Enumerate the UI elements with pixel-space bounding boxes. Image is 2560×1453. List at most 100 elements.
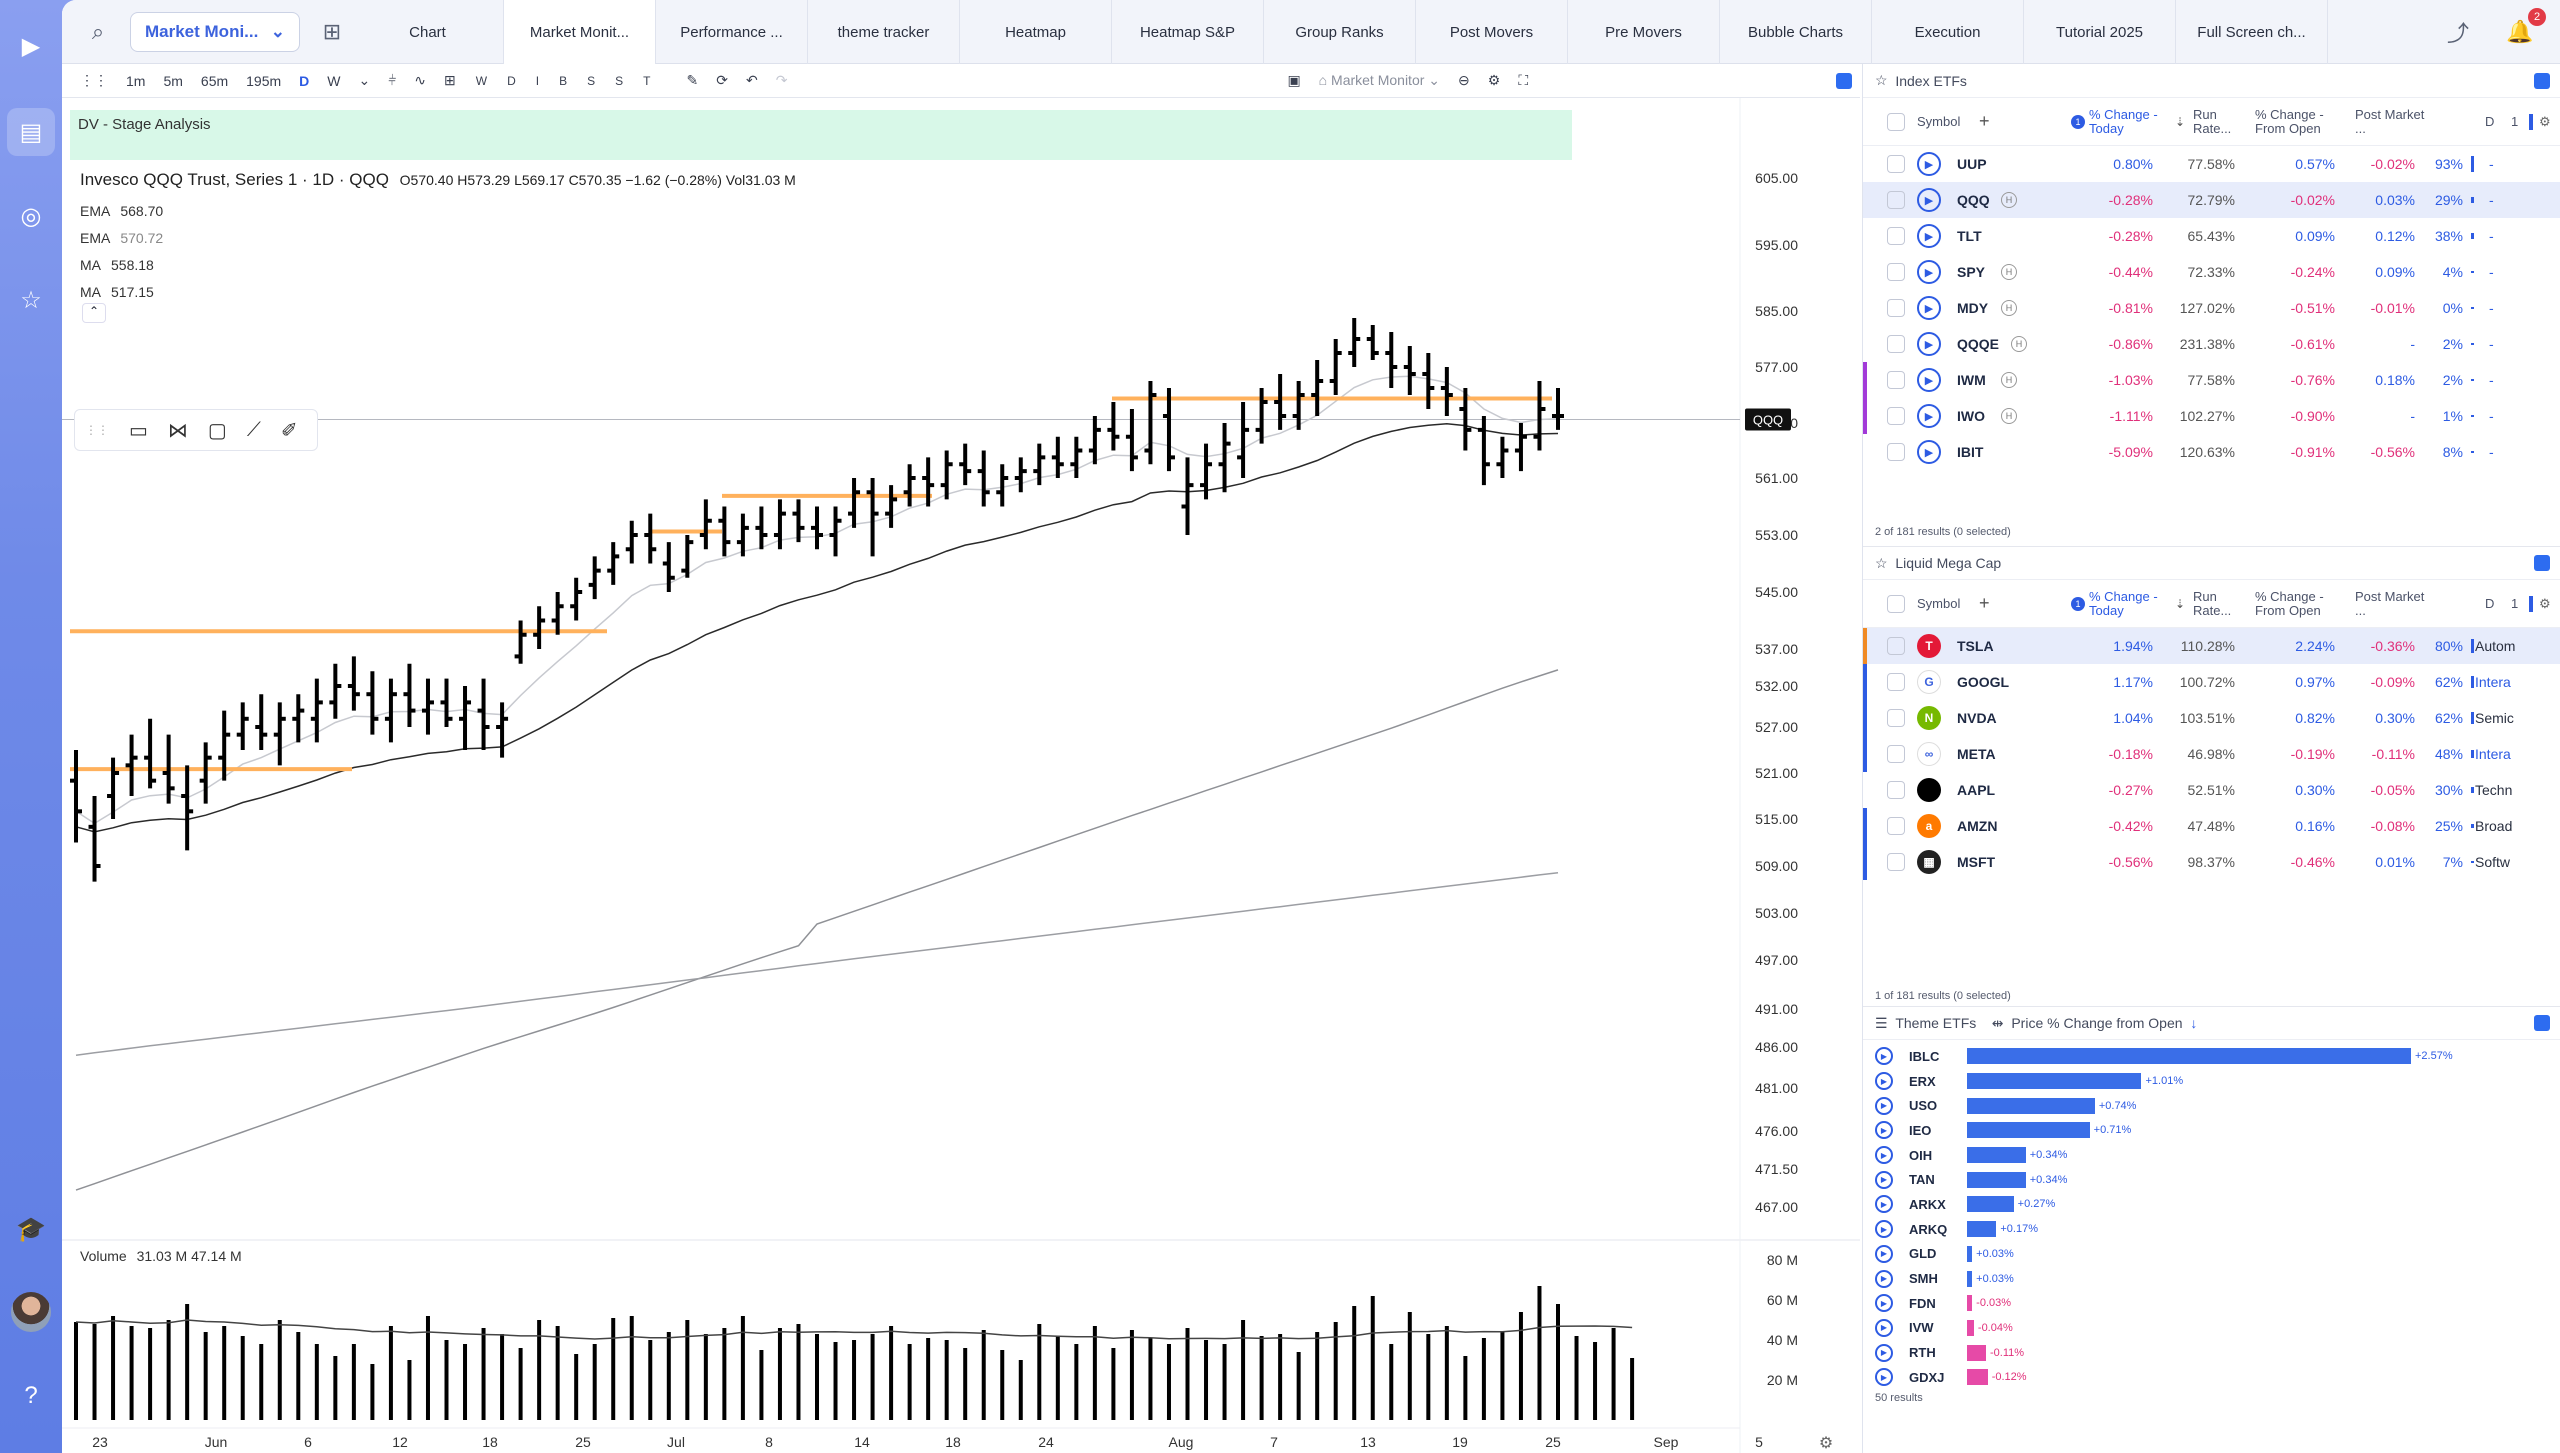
symbol[interactable]: IVW	[1909, 1320, 1934, 1335]
toolbar-letter[interactable]: B	[559, 74, 567, 88]
table-row[interactable]: ▶ QQQE H -0.86% 231.38% -0.61% - 2% -	[1863, 326, 2560, 362]
row-checkbox[interactable]	[1887, 299, 1905, 317]
sort-desc-icon[interactable]: ⇣	[2175, 115, 2185, 129]
list-item[interactable]: ▶ GDXJ -0.12%	[1863, 1365, 2560, 1390]
bell-icon[interactable]: 🔔 2	[2500, 8, 2546, 52]
column-header[interactable]: 1	[2511, 596, 2525, 611]
panel-toggle[interactable]	[2534, 72, 2550, 89]
list-item[interactable]: ▶ IVW -0.04%	[1863, 1316, 2560, 1341]
toolbar-letter[interactable]: D	[507, 74, 516, 88]
indicator-row[interactable]: EMA 568.70	[80, 198, 163, 225]
column-symbol[interactable]: Symbol	[1917, 114, 1960, 129]
theme-etfs-metric[interactable]: Price % Change from Open	[2011, 1015, 2182, 1031]
play-icon[interactable]: ▶	[1917, 404, 1941, 428]
symbol[interactable]: FDN	[1909, 1296, 1936, 1311]
column-header[interactable]: D	[2485, 114, 2499, 129]
row-checkbox[interactable]	[1887, 637, 1905, 655]
tab-bubble-charts[interactable]: Bubble Charts	[1720, 0, 1872, 64]
row-checkbox[interactable]	[1887, 263, 1905, 281]
select-all-checkbox[interactable]	[1887, 112, 1905, 131]
column-header[interactable]: Post Market ...	[2355, 107, 2425, 136]
collapse-legend-button[interactable]: ⌃	[82, 303, 106, 323]
table-row[interactable]: ▶ TLT -0.28% 65.43% 0.09% 0.12% 38% -	[1863, 218, 2560, 254]
table-row[interactable]: G GOOGL 1.17% 100.72% 0.97% -0.09% 62% Intera	[1863, 664, 2560, 700]
row-checkbox[interactable]	[1887, 745, 1905, 763]
column-header[interactable]: Run Rate...	[2193, 589, 2253, 618]
add-column-icon[interactable]: +	[1979, 593, 1990, 614]
play-icon[interactable]: ▶	[1875, 1195, 1893, 1214]
table-row[interactable]: ▶ IWM H -1.03% 77.58% -0.76% 0.18% 2% -	[1863, 362, 2560, 398]
zoom-icon[interactable]: ⊖	[1458, 72, 1470, 89]
symbol[interactable]: TLT	[1957, 228, 1982, 244]
list-item[interactable]: ▶ SMH +0.03%	[1863, 1266, 2560, 1291]
list-item[interactable]: ▶ USO +0.74%	[1863, 1093, 2560, 1118]
select-all-checkbox[interactable]	[1887, 594, 1905, 613]
list-item[interactable]: ▶ IEO +0.71%	[1863, 1118, 2560, 1143]
play-icon[interactable]: ▶	[1875, 1170, 1893, 1189]
indicators-icon[interactable]: ∿	[414, 72, 426, 89]
panel-toggle[interactable]	[1836, 72, 1852, 89]
symbol[interactable]: ERX	[1909, 1074, 1936, 1089]
list-item[interactable]: ▶ TAN +0.34%	[1863, 1167, 2560, 1192]
drag-handle-icon[interactable]: ⋮⋮	[80, 72, 108, 89]
interval-5m[interactable]: 5m	[163, 73, 182, 89]
column-header[interactable]: D	[2485, 596, 2499, 611]
list-item[interactable]: ▶ ARKX +0.27%	[1863, 1192, 2560, 1217]
toolbar-letter[interactable]: I	[536, 74, 539, 88]
row-checkbox[interactable]	[1887, 407, 1905, 425]
symbol[interactable]: NVDA	[1957, 710, 1997, 726]
indicator-row[interactable]: MA 517.15	[80, 279, 163, 306]
list-item[interactable]: ▶ OIH +0.34%	[1863, 1143, 2560, 1168]
table-row[interactable]: ▶ MDY H -0.81% 127.02% -0.51% -0.01% 0% -	[1863, 290, 2560, 326]
list-item[interactable]: ▶ IBLC +2.57%	[1863, 1044, 2560, 1069]
symbol[interactable]: META	[1957, 746, 1996, 762]
panel-toggle[interactable]	[2534, 555, 2550, 571]
fib-icon[interactable]: ⋈	[168, 418, 188, 443]
table-row[interactable]: AAPL -0.27% 52.51% 0.30% -0.05% 30% Techn	[1863, 772, 2560, 808]
symbol[interactable]: TAN	[1909, 1172, 1935, 1187]
column-header[interactable]: Post Market ...	[2355, 589, 2425, 618]
play-icon[interactable]: ▶	[1917, 368, 1941, 392]
play-icon[interactable]: ▶	[1917, 152, 1941, 176]
table-row[interactable]: N NVDA 1.04% 103.51% 0.82% 0.30% 62% Semic	[1863, 700, 2560, 736]
layout-selector[interactable]: Market Moni... ⌄	[130, 11, 300, 52]
refresh-icon[interactable]: ⟳	[716, 72, 728, 89]
list-item[interactable]: ▶ FDN -0.03%	[1863, 1291, 2560, 1316]
drag-handle-icon[interactable]: ⋮⋮	[85, 423, 109, 437]
table-row[interactable]: ▦ MSFT -0.56% 98.37% -0.46% 0.01% 7% Softw	[1863, 844, 2560, 880]
widgets-icon[interactable]: ⊞	[312, 12, 352, 52]
fullscreen-icon[interactable]: ⛶	[1518, 72, 1528, 89]
column-header[interactable]: % Change - From Open	[2255, 107, 2345, 136]
toolbar-letter[interactable]: S	[615, 74, 623, 88]
redo-icon[interactable]: ↷	[776, 72, 788, 89]
play-icon[interactable]: ▶	[1875, 1318, 1893, 1337]
play-icon[interactable]: ▶	[1917, 332, 1941, 356]
column-header[interactable]: % Change - Today	[2089, 589, 2175, 618]
play-icon[interactable]: ▶	[1917, 188, 1941, 212]
price-chart[interactable]: 605.00595.00585.00577.00569.00561.00553.…	[62, 98, 1860, 1453]
row-checkbox[interactable]	[1887, 709, 1905, 727]
chart-settings-icon[interactable]: ⚙	[1819, 1433, 1833, 1452]
symbol[interactable]: IBIT	[1957, 444, 1983, 460]
tab-pre-movers[interactable]: Pre Movers	[1568, 0, 1720, 64]
row-checkbox[interactable]	[1887, 227, 1905, 245]
trendline-icon[interactable]: ⟋	[247, 419, 261, 442]
symbol[interactable]: UUP	[1957, 156, 1987, 172]
symbol[interactable]: AAPL	[1957, 782, 1995, 798]
rectangle-icon[interactable]: ▭	[129, 418, 148, 443]
table-row[interactable]: ▶ IBIT -5.09% 120.63% -0.91% -0.56% 8% -	[1863, 434, 2560, 470]
tab-execution[interactable]: Execution	[1872, 0, 2024, 64]
settings-icon[interactable]: ⚙	[1488, 72, 1501, 89]
pencil-icon[interactable]: ✎	[687, 72, 699, 89]
symbol[interactable]: SPY	[1957, 264, 1985, 280]
symbol[interactable]: AMZN	[1957, 818, 1997, 834]
play-icon[interactable]: ▶	[1875, 1343, 1893, 1362]
symbol[interactable]: QQQE	[1957, 336, 1999, 352]
row-checkbox[interactable]	[1887, 781, 1905, 799]
row-checkbox[interactable]	[1887, 673, 1905, 691]
table-row[interactable]: ▶ SPY H -0.44% 72.33% -0.24% 0.09% 4% -	[1863, 254, 2560, 290]
tab-tutorial-2025[interactable]: Tutorial 2025	[2024, 0, 2176, 64]
undo-icon[interactable]: ↶	[746, 72, 758, 89]
avatar[interactable]	[11, 1292, 51, 1332]
play-icon[interactable]: ▶	[1875, 1047, 1893, 1066]
